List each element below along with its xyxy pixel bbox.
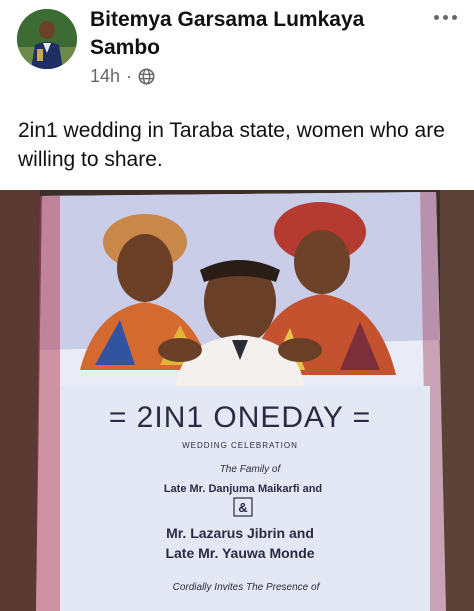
post-author-name[interactable]: Bitemya Garsama Lumkaya Sambo <box>90 6 420 62</box>
poster-family-3: Late Mr. Yauwa Monde <box>165 545 314 561</box>
post-header: Bitemya Garsama Lumkaya Sambo 14h · <box>0 0 474 100</box>
globe-icon <box>138 68 155 85</box>
dot <box>451 14 457 20</box>
dot <box>442 14 448 20</box>
poster-headline: = 2IN1 ONEDAY = <box>109 401 371 434</box>
poster-invite: Cordially Invites The Presence of <box>173 582 321 593</box>
post-time[interactable]: 14h <box>90 66 120 87</box>
poster-subtitle: WEDDING CELEBRATION <box>182 441 298 450</box>
poster-family-2: Mr. Lazarus Jibrin and <box>166 525 314 541</box>
more-options-icon[interactable] <box>430 8 460 26</box>
meta-separator: · <box>126 66 133 86</box>
poster-left-edge <box>36 196 60 611</box>
post-meta: 14h · <box>90 66 155 87</box>
poster-family-1: Late Mr. Danjuma Maikarfi and <box>164 483 322 495</box>
wall-right <box>440 190 474 611</box>
post-photo[interactable]: = 2IN1 ONEDAY = WEDDING CELEBRATION The … <box>0 190 474 611</box>
poster-family-intro: The Family of <box>220 464 282 475</box>
wall-left <box>0 190 40 611</box>
dot <box>433 14 439 20</box>
poster-ampersand: & <box>238 500 247 515</box>
post-text: 2in1 wedding in Taraba state, women who … <box>18 119 445 171</box>
avatar-photo <box>17 9 77 69</box>
wedding-poster-image: = 2IN1 ONEDAY = WEDDING CELEBRATION The … <box>0 190 474 611</box>
avatar[interactable] <box>17 9 77 69</box>
